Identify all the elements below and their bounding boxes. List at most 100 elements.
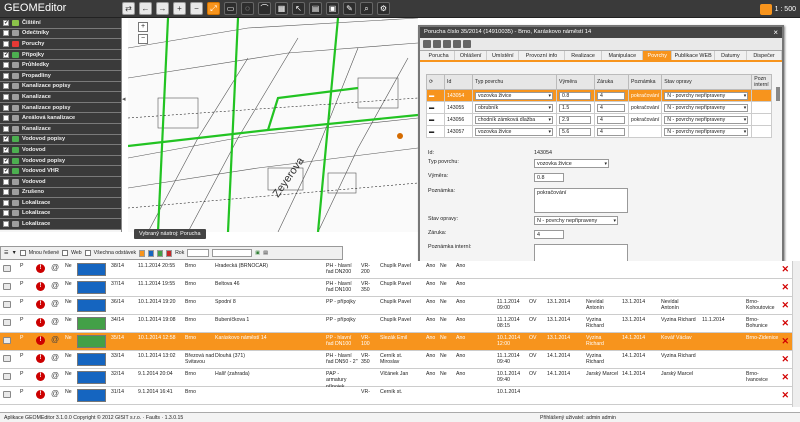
vymera-input[interactable]: 0.8 bbox=[534, 173, 564, 182]
layer-item[interactable]: Lokalizace bbox=[0, 198, 121, 209]
stav-select[interactable]: N - povrchy nepřipraveny bbox=[534, 216, 618, 225]
vymera-input[interactable]: 1.5 bbox=[559, 103, 591, 112]
delete-icon[interactable]: ✕ bbox=[781, 390, 789, 401]
table-row[interactable]: ! @ P Ne 33/14 10.1.2014 13:02 Březová nad Svi… bbox=[0, 351, 792, 369]
layer-checkbox[interactable] bbox=[3, 30, 9, 37]
surface-row[interactable]: ▬143057vozovka živice 5.6 4 N - povrchy nep… bbox=[426, 125, 772, 138]
attachment-icon[interactable]: @ bbox=[51, 335, 59, 344]
zoom-in-button[interactable]: + bbox=[138, 22, 148, 32]
refresh-icon[interactable]: ⟳ bbox=[426, 74, 445, 90]
attachment-icon[interactable]: @ bbox=[51, 353, 59, 362]
layer-item[interactable]: Lokalizace bbox=[0, 208, 121, 220]
color-filter-red[interactable] bbox=[166, 249, 173, 257]
delete-icon[interactable]: ✕ bbox=[781, 300, 789, 311]
zaruka-input[interactable]: 4 bbox=[534, 230, 564, 239]
layer-checkbox[interactable] bbox=[3, 62, 9, 69]
tab-8[interactable]: Publikace WEB bbox=[672, 51, 715, 60]
row-handle-icon[interactable]: ▬ bbox=[426, 89, 445, 102]
row-handle-icon[interactable]: ▬ bbox=[426, 113, 445, 126]
mine-checkbox[interactable] bbox=[19, 250, 26, 256]
settings-icon[interactable]: ⚙ bbox=[377, 2, 390, 15]
zaruka-input[interactable]: 4 bbox=[597, 91, 625, 100]
lasso-icon[interactable]: ◌ bbox=[241, 2, 254, 15]
stav-select[interactable]: N - povrchy nepřipraveny bbox=[664, 115, 749, 124]
swap-icon[interactable]: ⇄ bbox=[122, 2, 135, 15]
attachment-icon[interactable]: @ bbox=[51, 317, 59, 326]
filter-icon[interactable]: ▼ bbox=[12, 250, 17, 256]
filter-select[interactable] bbox=[212, 249, 253, 257]
zoom-out-button[interactable]: − bbox=[138, 34, 148, 44]
zaruka-input[interactable]: 4 bbox=[597, 115, 625, 124]
search-icon[interactable]: ⌕ bbox=[360, 2, 373, 15]
tab-1[interactable]: Porucha bbox=[423, 51, 456, 60]
layer-checkbox[interactable] bbox=[3, 125, 9, 132]
layer-checkbox[interactable] bbox=[3, 115, 9, 122]
year-select[interactable] bbox=[187, 249, 210, 257]
layer-checkbox[interactable]: ✓ bbox=[3, 136, 9, 143]
surface-row[interactable]: ▬143055obrubník 1.5 4pokračováníN - povrch… bbox=[426, 101, 772, 114]
measure-icon[interactable]: ⌒ bbox=[258, 2, 271, 15]
layer-item[interactable]: Areálová kanalizace bbox=[0, 113, 121, 124]
tab-4[interactable]: Provozní info bbox=[519, 51, 565, 60]
copy-icon[interactable] bbox=[443, 40, 451, 48]
save-icon[interactable] bbox=[433, 40, 441, 48]
color-filter-orange[interactable] bbox=[139, 249, 146, 257]
attachment-icon[interactable]: @ bbox=[51, 389, 59, 398]
layer-item[interactable]: ✓ Vodovod VHR bbox=[0, 166, 121, 177]
print-icon[interactable] bbox=[423, 40, 431, 48]
minus-icon[interactable]: − bbox=[190, 2, 203, 15]
surface-row[interactable]: ▬143056chodník zámková dlažba 2.9 4pokračo… bbox=[426, 113, 772, 126]
export-icon[interactable]: ▤ bbox=[263, 250, 268, 256]
layer-item[interactable]: Průhledky bbox=[0, 60, 121, 71]
layer-checkbox[interactable] bbox=[3, 83, 9, 90]
cursor-icon[interactable]: ↖ bbox=[292, 2, 305, 15]
tab-7[interactable]: Povrchy bbox=[643, 51, 673, 60]
stav-select[interactable]: N - povrchy nepřipraveny bbox=[664, 127, 749, 136]
layer-item[interactable]: ✓ Vodovod popisy bbox=[0, 155, 121, 167]
layer-checkbox[interactable] bbox=[3, 40, 9, 47]
layer-item[interactable]: Kanalizace bbox=[0, 92, 121, 103]
layer-item[interactable]: ✓ Vodovod popisy bbox=[0, 134, 121, 146]
typ-select[interactable]: vozovka živice bbox=[534, 159, 609, 168]
layer-item[interactable]: Kanalizace bbox=[0, 123, 121, 135]
layer-item[interactable]: Poruchy bbox=[0, 39, 121, 50]
all-checkbox[interactable] bbox=[84, 250, 91, 256]
layer-item[interactable]: Kanalizace popisy bbox=[0, 81, 121, 93]
table-row[interactable]: ! @ P Ne 31/14 9.1.2014 16:41 Brno VR- Černík st… bbox=[0, 387, 792, 405]
layer-checkbox[interactable] bbox=[3, 210, 9, 217]
table-row[interactable]: ! @ P Ne 37/14 11.1.2014 19:55 Brno Beltova 46 P… bbox=[0, 279, 792, 297]
vymera-input[interactable]: 2.9 bbox=[559, 115, 591, 124]
grid-scrollbar[interactable] bbox=[792, 261, 800, 407]
typ-select[interactable]: vozovka živice bbox=[475, 91, 553, 100]
stav-select[interactable]: N - povrchy nepřipraveny bbox=[664, 91, 749, 100]
layer-icon[interactable]: ▦ bbox=[275, 2, 288, 15]
zaruka-input[interactable]: 4 bbox=[597, 103, 625, 112]
web-checkbox[interactable] bbox=[62, 250, 69, 256]
stav-select[interactable]: N - povrchy nepřipraveny bbox=[664, 103, 749, 112]
folder-icon[interactable] bbox=[463, 40, 471, 48]
forward-icon[interactable]: → bbox=[156, 2, 169, 15]
layer-checkbox[interactable]: ✓ bbox=[3, 51, 9, 58]
surface-row[interactable]: ▬143054vozovka živice 0.8 4pokračováníN - … bbox=[426, 89, 772, 102]
table-row[interactable]: ! @ P Ne 32/14 9.1.2014 20:04 Brno Halíř (zahra… bbox=[0, 369, 792, 390]
layer-checkbox[interactable]: ✓ bbox=[3, 168, 9, 175]
fault-marker[interactable] bbox=[397, 133, 403, 139]
table-row[interactable]: ! @ P Ne 34/14 10.1.2014 19:08 Brno Bubeníčkova… bbox=[0, 315, 792, 333]
color-filter-blue[interactable] bbox=[148, 249, 155, 257]
layer-item[interactable]: Propadliny bbox=[0, 70, 121, 82]
layer-item[interactable]: Kanalizace popisy bbox=[0, 102, 121, 114]
layer-checkbox[interactable]: ✓ bbox=[3, 157, 9, 164]
tab-3[interactable]: Umístění bbox=[487, 51, 520, 60]
layer-checkbox[interactable] bbox=[3, 104, 9, 111]
layer-checkbox[interactable] bbox=[3, 221, 9, 228]
attachment-icon[interactable]: @ bbox=[51, 263, 59, 272]
attachment-icon[interactable]: @ bbox=[51, 299, 59, 308]
layer-checkbox[interactable] bbox=[3, 189, 9, 196]
tab-6[interactable]: Manipulace bbox=[602, 51, 644, 60]
vymera-input[interactable]: 0.8 bbox=[559, 91, 591, 100]
back-icon[interactable]: ← bbox=[139, 2, 152, 15]
attachment-icon[interactable]: @ bbox=[51, 371, 59, 380]
table-row[interactable]: ! @ P Ne 38/14 11.1.2014 20:55 Brno Hradecká (B… bbox=[0, 261, 792, 279]
notification-icon[interactable] bbox=[759, 3, 772, 15]
layer-item[interactable]: Zrušeno bbox=[0, 187, 121, 199]
